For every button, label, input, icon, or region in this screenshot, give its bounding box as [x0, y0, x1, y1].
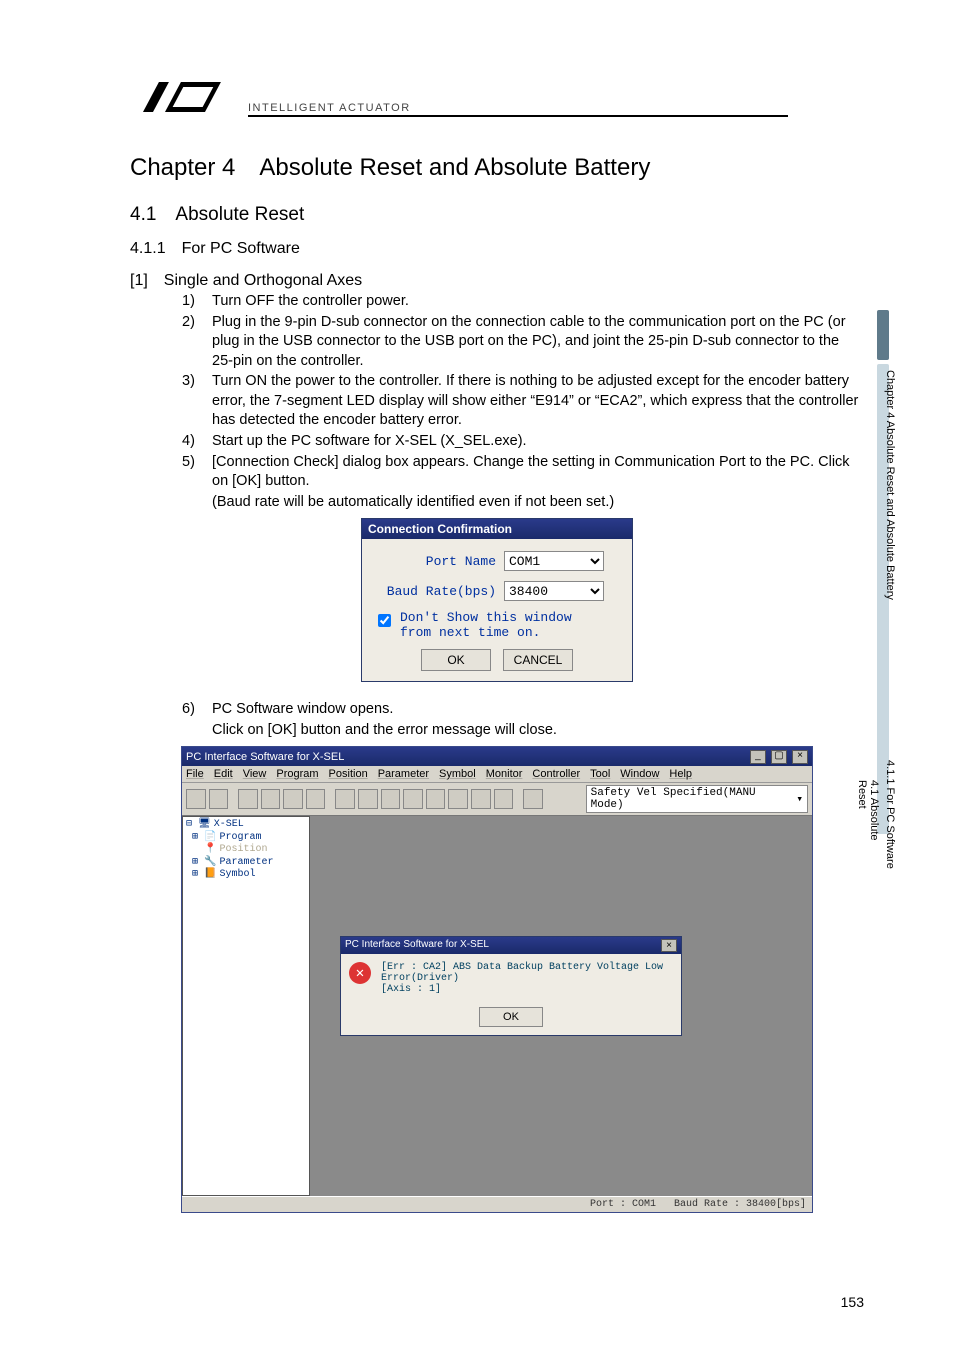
toolbar-button[interactable]: [403, 789, 423, 809]
step-text-2: Click on [OK] button and the error messa…: [212, 721, 864, 741]
step-number: 5): [182, 453, 202, 492]
chevron-down-icon: ▾: [796, 792, 803, 806]
step-number: 3): [182, 372, 202, 431]
mode-select[interactable]: Safety Vel Specified(MANU Mode) ▾: [586, 785, 808, 813]
maximize-button[interactable]: ▢: [771, 750, 787, 764]
chapter-title: Chapter 4 Absolute Reset and Absolute Ba…: [130, 154, 864, 182]
dont-show-checkbox[interactable]: [378, 614, 391, 627]
baud-rate-select[interactable]: 38400: [504, 581, 604, 601]
toolbar-button[interactable]: [306, 789, 326, 809]
error-line-1: [Err : CA2] ABS Data Backup Battery Volt…: [381, 962, 673, 984]
menu-parameter[interactable]: Parameter: [378, 768, 429, 780]
port-name-label: Port Name: [374, 554, 496, 569]
menu-symbol[interactable]: Symbol: [439, 768, 476, 780]
menu-help[interactable]: Help: [669, 768, 692, 780]
toolbar-button[interactable]: [381, 789, 401, 809]
tree-node: Parameter: [219, 857, 273, 870]
step-number: 4): [182, 432, 202, 452]
toolbar-button[interactable]: [494, 789, 514, 809]
brand-header: INTELLIGENT ACTUATOR: [130, 80, 864, 114]
tree-root: X-SEL: [214, 819, 244, 832]
toolbar-button[interactable]: [426, 789, 446, 809]
section-title: 4.1 Absolute Reset: [130, 204, 864, 226]
toolbar-button[interactable]: [335, 789, 355, 809]
menu-position[interactable]: Position: [329, 768, 368, 780]
step-number: 6): [182, 700, 202, 720]
tree-node: Position: [219, 844, 267, 857]
step-text: PC Software window opens.: [212, 700, 864, 720]
menu-tool[interactable]: Tool: [590, 768, 610, 780]
dont-show-line1: Don't Show this window: [400, 610, 572, 625]
menu-program[interactable]: Program: [276, 768, 318, 780]
mode-label: Safety Vel Specified(MANU Mode): [591, 787, 791, 811]
menu-edit[interactable]: Edit: [214, 768, 233, 780]
step-number: 1): [182, 292, 202, 312]
toolbar-button[interactable]: [186, 789, 206, 809]
menu-view[interactable]: View: [243, 768, 267, 780]
step-text: Start up the PC software for X-SEL (X_SE…: [212, 432, 864, 452]
subsection-title: 4.1.1 For PC Software: [130, 240, 864, 258]
workspace: PC Interface Software for X-SEL × ✕ [Err…: [310, 816, 812, 1196]
window-controls: _ ▢ ×: [748, 749, 808, 764]
toolbar-button[interactable]: [209, 789, 229, 809]
tree-node: Program: [219, 832, 261, 845]
pc-software-window: PC Interface Software for X-SEL _ ▢ × Fi…: [181, 746, 813, 1213]
close-icon[interactable]: ×: [661, 939, 677, 952]
tree-node: Symbol: [219, 869, 255, 882]
connection-confirmation-dialog: Connection Confirmation Port Name COM1 B…: [361, 518, 633, 682]
page-number: 153: [841, 1294, 864, 1310]
dialog-title: Connection Confirmation: [362, 519, 632, 539]
error-line-2: [Axis : 1]: [381, 984, 673, 995]
step-number: 2): [182, 313, 202, 372]
cancel-button[interactable]: CANCEL: [503, 649, 573, 671]
step-text: Turn ON the power to the controller. If …: [212, 372, 864, 431]
toolbar: Safety Vel Specified(MANU Mode) ▾: [182, 783, 812, 816]
status-bar: Port : COM1 Baud Rate : 38400[bps]: [182, 1196, 812, 1212]
status-port: Port : COM1: [590, 1199, 656, 1210]
side-section-2: 4.1.1 For PC Software: [884, 760, 896, 869]
step-text: Turn OFF the controller power.: [212, 292, 864, 312]
steps-list-2: 6) PC Software window opens. Click on [OK…: [182, 700, 864, 740]
app-title: PC Interface Software for X-SEL: [186, 751, 344, 763]
step-note: (Baud rate will be automatically identif…: [212, 493, 864, 513]
dont-show-line2: from next time on.: [400, 625, 540, 640]
menu-bar: File Edit View Program Position Paramete…: [182, 766, 812, 783]
menu-controller[interactable]: Controller: [532, 768, 580, 780]
toolbar-button[interactable]: [471, 789, 491, 809]
brand-name: INTELLIGENT ACTUATOR: [248, 102, 611, 114]
toolbar-button[interactable]: [283, 789, 303, 809]
ok-button[interactable]: OK: [421, 649, 491, 671]
minimize-button[interactable]: _: [750, 750, 766, 764]
brand-logo-icon: [130, 80, 240, 114]
status-baud: Baud Rate : 38400[bps]: [674, 1199, 806, 1210]
port-name-select[interactable]: COM1: [504, 551, 604, 571]
close-button[interactable]: ×: [792, 750, 808, 764]
menu-window[interactable]: Window: [620, 768, 659, 780]
step-text: Plug in the 9-pin D-sub connector on the…: [212, 313, 864, 372]
error-ok-button[interactable]: OK: [479, 1007, 543, 1027]
side-chapter-label: Chapter 4 Absolute Reset and Absolute Ba…: [884, 370, 896, 600]
toolbar-button[interactable]: [358, 789, 378, 809]
side-section-1: 4.1 Absolute Reset: [856, 780, 880, 870]
side-tab: Chapter 4 Absolute Reset and Absolute Ba…: [872, 310, 894, 870]
toolbar-button[interactable]: [238, 789, 258, 809]
steps-list: 1) Turn OFF the controller power. 2)Plug …: [182, 292, 864, 512]
error-dialog: PC Interface Software for X-SEL × ✕ [Err…: [340, 936, 682, 1036]
project-tree[interactable]: ⊟ 🖥 X-SEL ⊞ 📄 Program 📍 Position ⊞ 🔧 Par…: [182, 816, 310, 1196]
menu-monitor[interactable]: Monitor: [486, 768, 523, 780]
error-icon: ✕: [349, 962, 371, 984]
error-dialog-title: PC Interface Software for X-SEL: [345, 939, 489, 952]
step-text: [Connection Check] dialog box appears. C…: [212, 453, 864, 492]
menu-file[interactable]: File: [186, 768, 204, 780]
baud-rate-label: Baud Rate(bps): [374, 584, 496, 599]
toolbar-button[interactable]: [448, 789, 468, 809]
item-title: [1] Single and Orthogonal Axes: [130, 272, 864, 290]
toolbar-button[interactable]: [261, 789, 281, 809]
toolbar-button[interactable]: [523, 789, 543, 809]
